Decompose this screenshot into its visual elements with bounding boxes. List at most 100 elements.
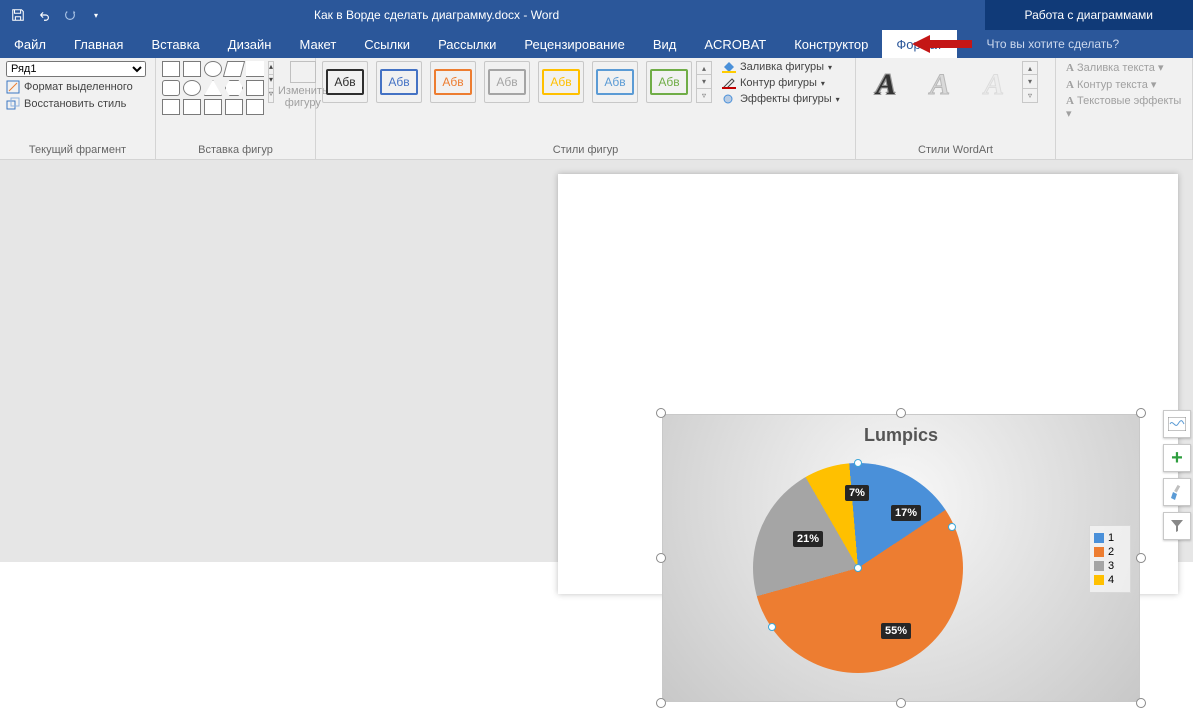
title-bar: ▾ Как в Ворде сделать диаграмму.docx - W…	[0, 0, 1193, 30]
text-outline-button: A Контур текста ▾	[1066, 78, 1186, 91]
chart-side-buttons: +	[1163, 410, 1191, 540]
tab-mailings[interactable]: Рассылки	[424, 30, 510, 58]
wordart-style-1[interactable]: A	[862, 61, 910, 109]
datapoint-handle[interactable]	[948, 523, 956, 531]
shape-style-gallery-more[interactable]: ▴▾▿	[696, 61, 712, 103]
datapoint-handle[interactable]	[768, 623, 776, 631]
chart-tools-contextual-title: Работа с диаграммами	[985, 0, 1193, 30]
tab-insert[interactable]: Вставка	[137, 30, 213, 58]
shape-style-item[interactable]: Абв	[322, 61, 368, 103]
group-wordart-styles: A A A ▴▾▿ Стили WordArt	[856, 58, 1056, 159]
shape-fill-button[interactable]: Заливка фигуры ▾	[722, 61, 840, 73]
wordart-gallery-more[interactable]: ▴▾▿	[1022, 61, 1038, 103]
format-selection-label: Формат выделенного	[24, 81, 133, 93]
save-button[interactable]	[8, 5, 28, 25]
datapoint-handle[interactable]	[854, 564, 862, 572]
tab-layout[interactable]: Макет	[285, 30, 350, 58]
shape-style-item[interactable]: Абв	[430, 61, 476, 103]
chart-selection[interactable]: Lumpics 17% 55% 21% 7% 1234	[656, 408, 1146, 708]
group-label-shape-styles: Стили фигур	[322, 142, 849, 159]
resize-handle[interactable]	[896, 408, 906, 418]
shape-fill-label: Заливка фигуры	[740, 61, 824, 73]
pie-label-2[interactable]: 55%	[881, 623, 911, 639]
legend-item[interactable]: 2	[1094, 546, 1126, 558]
tab-view[interactable]: Вид	[639, 30, 691, 58]
resize-handle[interactable]	[1136, 408, 1146, 418]
legend-item[interactable]: 1	[1094, 532, 1126, 544]
shape-outline-label: Контур фигуры	[740, 77, 817, 89]
shape-outline-button[interactable]: Контур фигуры ▾	[722, 77, 840, 89]
pie-label-1[interactable]: 17%	[891, 505, 921, 521]
bucket-icon	[722, 61, 736, 73]
reset-style-label: Восстановить стиль	[24, 98, 126, 110]
legend-label: 1	[1108, 532, 1114, 544]
tab-home[interactable]: Главная	[60, 30, 137, 58]
legend-swatch	[1094, 575, 1104, 585]
shape-effects-button[interactable]: Эффекты фигуры ▾	[722, 93, 840, 105]
document-title: Как в Ворде сделать диаграмму.docx - Wor…	[114, 8, 559, 22]
group-insert-shapes: ▴ ▾ ▿ Изменить фигуру Вставка фигур	[156, 58, 316, 159]
shape-style-item[interactable]: Абв	[538, 61, 584, 103]
shapes-gallery-more[interactable]: ▴ ▾ ▿	[268, 61, 274, 103]
wordart-style-3[interactable]: A	[970, 61, 1018, 109]
resize-handle[interactable]	[1136, 698, 1146, 708]
shapes-gallery[interactable]	[162, 61, 264, 115]
chart-element-selector[interactable]: Ряд1	[6, 61, 146, 77]
shape-style-item[interactable]: Абв	[646, 61, 692, 103]
shape-effects-label: Эффекты фигуры	[740, 93, 832, 105]
qat-customize-button[interactable]: ▾	[86, 5, 106, 25]
tab-references[interactable]: Ссылки	[350, 30, 424, 58]
reset-style-button[interactable]: Восстановить стиль	[6, 97, 149, 111]
legend-item[interactable]: 4	[1094, 574, 1126, 586]
group-label-current-selection: Текущий фрагмент	[6, 142, 149, 159]
effects-icon	[722, 93, 736, 105]
pie-chart[interactable]: 17% 55% 21% 7%	[753, 463, 963, 673]
datapoint-handle[interactable]	[854, 459, 862, 467]
tab-review[interactable]: Рецензирование	[510, 30, 638, 58]
legend-swatch	[1094, 533, 1104, 543]
shape-style-item[interactable]: Абв	[376, 61, 422, 103]
tab-design[interactable]: Дизайн	[214, 30, 286, 58]
ribbon-tabs: Файл Главная Вставка Дизайн Макет Ссылки…	[0, 30, 1193, 58]
tell-me-search[interactable]: Что вы хотите сделать?	[987, 37, 1120, 51]
legend-swatch	[1094, 561, 1104, 571]
undo-button[interactable]	[34, 5, 54, 25]
group-label-insert-shapes: Вставка фигур	[162, 142, 309, 159]
pie-label-3[interactable]: 21%	[793, 531, 823, 547]
text-effects-button: A Текстовые эффекты ▾	[1066, 95, 1186, 120]
group-current-selection: Ряд1 Формат выделенного Восстановить сти…	[0, 58, 156, 159]
chart-title[interactable]: Lumpics	[663, 415, 1139, 446]
resize-handle[interactable]	[656, 698, 666, 708]
shape-style-item[interactable]: Абв	[484, 61, 530, 103]
resize-handle[interactable]	[656, 408, 666, 418]
format-selection-button[interactable]: Формат выделенного	[6, 80, 149, 94]
reset-style-icon	[6, 97, 20, 111]
chart-legend[interactable]: 1234	[1089, 525, 1131, 593]
resize-handle[interactable]	[896, 698, 906, 708]
chart-filter-button[interactable]	[1163, 512, 1191, 540]
tab-chart-design[interactable]: Конструктор	[780, 30, 882, 58]
format-selection-icon	[6, 80, 20, 94]
tab-file[interactable]: Файл	[0, 30, 60, 58]
chart-elements-button[interactable]: +	[1163, 444, 1191, 472]
annotation-arrow	[912, 33, 972, 58]
quick-access-toolbar: ▾	[0, 5, 114, 25]
pie-label-4[interactable]: 7%	[845, 485, 869, 501]
legend-swatch	[1094, 547, 1104, 557]
chart-layout-options-button[interactable]	[1163, 410, 1191, 438]
ribbon: Ряд1 Формат выделенного Восстановить сти…	[0, 58, 1193, 160]
chart-object[interactable]: Lumpics 17% 55% 21% 7% 1234	[662, 414, 1140, 702]
shape-style-item[interactable]: Абв	[592, 61, 638, 103]
edit-shape-icon	[290, 61, 316, 83]
group-label-wordart: Стили WordArt	[862, 142, 1049, 159]
legend-label: 2	[1108, 546, 1114, 558]
tab-acrobat[interactable]: ACROBAT	[690, 30, 780, 58]
chart-styles-button[interactable]	[1163, 478, 1191, 506]
shape-style-gallery[interactable]: АбвАбвАбвАбвАбвАбвАбв	[322, 61, 692, 103]
group-text-options: A Заливка текста ▾ A Контур текста ▾ A Т…	[1056, 58, 1193, 159]
redo-button[interactable]	[60, 5, 80, 25]
group-shape-styles: АбвАбвАбвАбвАбвАбвАбв ▴▾▿ Заливка фигуры…	[316, 58, 856, 159]
document-area[interactable]: Lumpics 17% 55% 21% 7% 1234	[0, 160, 1193, 562]
wordart-gallery[interactable]: A A A	[862, 61, 1018, 109]
wordart-style-2[interactable]: A	[916, 61, 964, 109]
